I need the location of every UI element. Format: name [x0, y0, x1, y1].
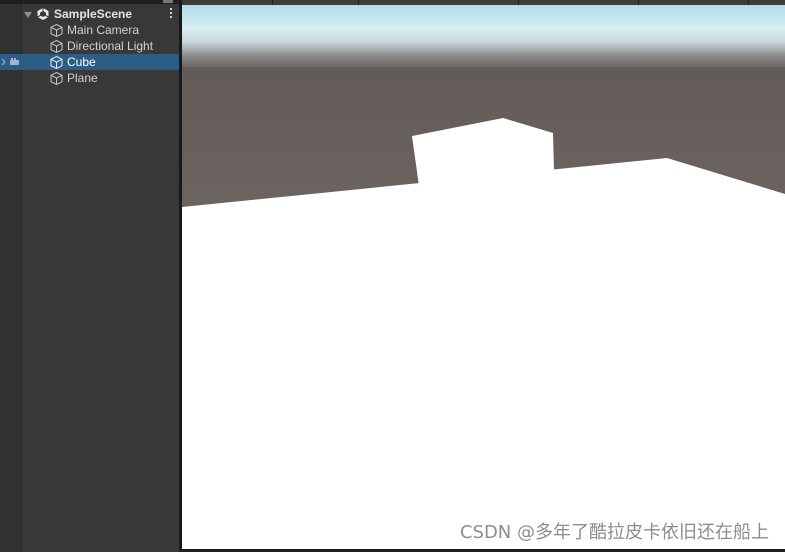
panel-menu-handle[interactable] [163, 0, 173, 3]
gameobject-cube-icon [50, 55, 63, 70]
unity-editor: SampleScene Main Camera Directional Ligh… [0, 0, 785, 552]
scene-row[interactable]: SampleScene [0, 6, 181, 22]
gameobject-cube-icon [50, 71, 63, 86]
skybox [182, 5, 785, 71]
hierarchy-item-label: Directional Light [67, 39, 154, 53]
hierarchy-item-directional-light[interactable]: Directional Light [0, 38, 181, 54]
hierarchy-item-plane[interactable]: Plane [0, 70, 181, 86]
hierarchy-item-label: Cube [67, 55, 96, 69]
hierarchy-item-main-camera[interactable]: Main Camera [0, 22, 181, 38]
scene-visibility-hand-icon[interactable] [1, 57, 21, 67]
watermark-text: CSDN @多年了酷拉皮卡依旧还在船上 [459, 522, 769, 543]
foldout-arrow-icon[interactable] [24, 12, 32, 18]
scene-render [182, 5, 785, 552]
plane-surface [182, 158, 785, 552]
hierarchy-header-strip [0, 0, 181, 4]
gameobject-cube-icon [50, 39, 63, 54]
kebab-menu-icon[interactable] [170, 8, 173, 20]
scene-name: SampleScene [54, 7, 133, 21]
hierarchy-item-cube[interactable]: Cube [0, 54, 181, 70]
hierarchy-item-label: Main Camera [67, 23, 140, 37]
hierarchy-panel: SampleScene Main Camera Directional Ligh… [0, 0, 181, 552]
game-view[interactable]: CSDN @多年了酷拉皮卡依旧还在船上 [182, 0, 785, 552]
gameobject-cube-icon [50, 23, 63, 38]
unity-scene-icon [37, 8, 49, 20]
hierarchy-item-label: Plane [67, 71, 98, 85]
